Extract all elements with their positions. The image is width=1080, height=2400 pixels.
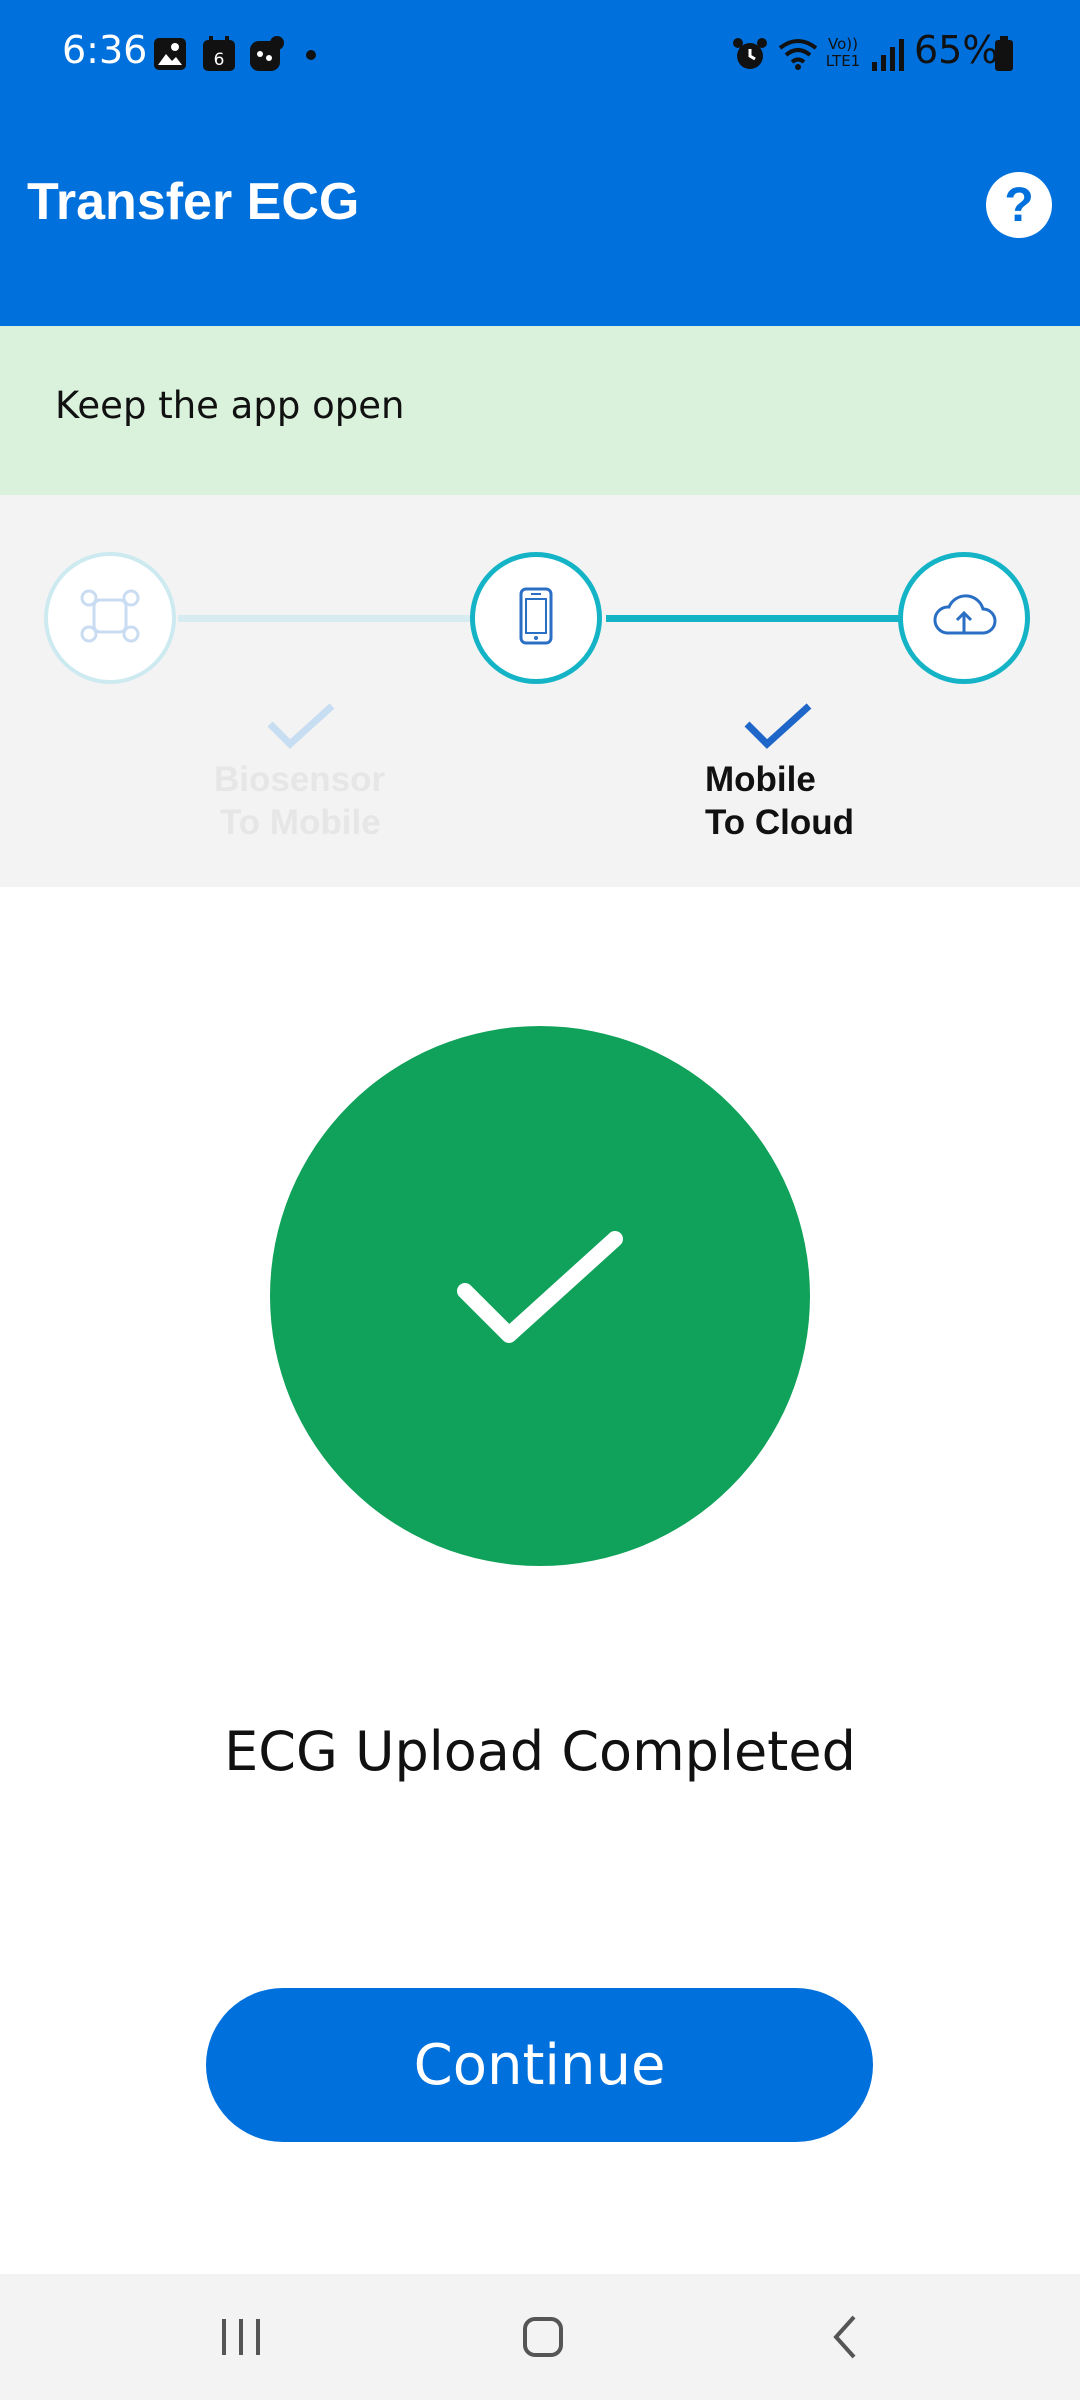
- step-biosensor: [44, 552, 176, 684]
- volte-top: Vo)): [828, 35, 858, 53]
- check-icon: [743, 702, 813, 752]
- recent-apps-button[interactable]: [220, 2316, 262, 2358]
- back-button[interactable]: [830, 2314, 860, 2360]
- banner-text: Keep the app open: [55, 384, 405, 427]
- upload-status-message: ECG Upload Completed: [224, 1720, 856, 1783]
- page-title: Transfer ECG: [27, 173, 360, 231]
- status-time: 6:36: [62, 28, 148, 72]
- step-label-line: Mobile: [705, 760, 816, 799]
- help-icon: ?: [1004, 178, 1034, 232]
- calendar-icon: 6: [202, 36, 236, 72]
- dot-icon: [306, 50, 316, 60]
- volte-bottom: LTE1: [825, 52, 861, 70]
- wifi-icon: [778, 36, 818, 72]
- recents-icon: [222, 2319, 260, 2355]
- step-label-line: To Cloud: [705, 803, 855, 842]
- mobile-icon: [519, 587, 553, 650]
- step-label-line: To Mobile: [220, 803, 381, 842]
- step-label-mobile: Mobile To Cloud: [705, 758, 854, 844]
- check-icon-faded: [266, 702, 336, 752]
- checkmark-icon: [455, 1229, 625, 1364]
- success-indicator: [270, 1026, 810, 1566]
- home-button[interactable]: [522, 2316, 564, 2358]
- home-icon: [523, 2317, 563, 2357]
- alarm-icon: [732, 36, 768, 72]
- step-cloud: [898, 552, 1030, 684]
- signal-icon: [870, 38, 906, 72]
- app-icon: [247, 34, 287, 74]
- battery-percent: 65%: [914, 28, 999, 72]
- continue-button-label: Continue: [413, 2032, 666, 2098]
- step-connector-faded: [178, 615, 472, 622]
- help-button[interactable]: ?: [986, 172, 1052, 238]
- step-label-line: Biosensor: [214, 760, 386, 799]
- calendar-day: 6: [214, 50, 225, 70]
- step-label-biosensor: Biosensor To Mobile: [214, 758, 385, 844]
- volte-icon: Vo)) LTE1: [822, 36, 864, 74]
- gallery-icon: [153, 37, 187, 71]
- cloud-upload-icon: [929, 593, 999, 644]
- step-connector-active: [606, 615, 902, 622]
- biosensor-icon: [79, 588, 141, 649]
- step-mobile: [470, 552, 602, 684]
- back-icon: [833, 2315, 856, 2359]
- battery-icon: [994, 36, 1014, 72]
- continue-button[interactable]: Continue: [206, 1988, 873, 2142]
